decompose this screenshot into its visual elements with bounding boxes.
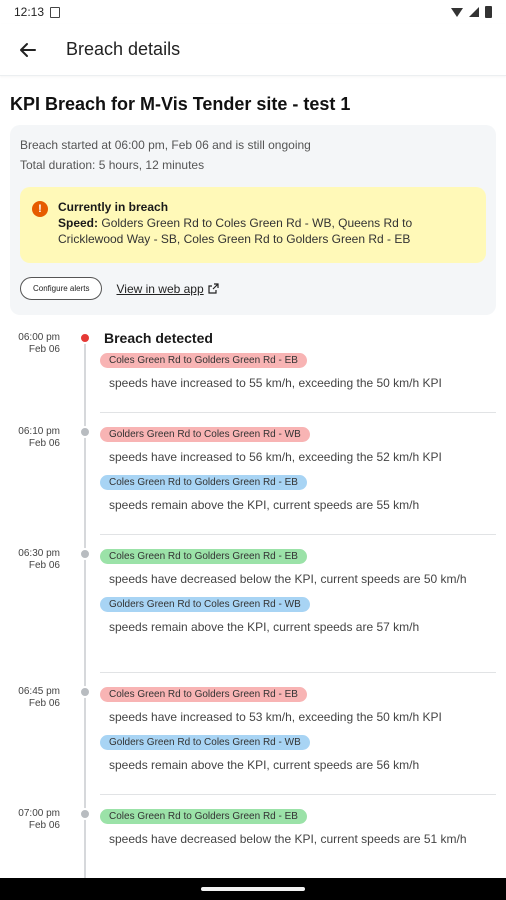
app-bar: Breach details (0, 24, 506, 76)
road-segment-chip: Golders Green Rd to Coles Green Rd - WB (100, 427, 310, 442)
event-date: Feb 06 (28, 698, 60, 709)
event-timestamp: 06:45 pm Feb 06 (0, 686, 60, 710)
road-segment-chip: Golders Green Rd to Coles Green Rd - WB (100, 735, 310, 750)
breach-duration-text: Total duration: 5 hours, 12 minutes (20, 158, 205, 172)
event-time: 06:30 pm (18, 548, 60, 559)
status-time: 12:13 (14, 5, 45, 19)
breach-start-text: Breach started at 06:00 pm, Feb 06 and i… (20, 138, 311, 152)
configure-alerts-button[interactable]: Configure alerts (20, 277, 103, 300)
event-description: speeds remain above the KPI, current spe… (109, 498, 420, 512)
alert-text: Speed: Golders Green Rd to Coles Green R… (58, 215, 476, 247)
event-time: 07:00 pm (18, 808, 60, 819)
road-segment-chip: Coles Green Rd to Golders Green Rd - EB (100, 687, 307, 702)
alert-roads: Golders Green Rd to Coles Green Rd - WB,… (58, 216, 413, 246)
status-bar: 12:13 (0, 0, 506, 24)
external-link-icon (208, 283, 219, 294)
view-in-web-app-link[interactable]: View in web app (116, 281, 219, 296)
timeline-dot (79, 686, 91, 698)
event-description: speeds remain above the KPI, current spe… (109, 758, 420, 772)
event-date: Feb 06 (28, 344, 60, 355)
breach-timeline: 06:00 pm Feb 06 Breach detected Coles Green… (0, 330, 506, 878)
road-segment-chip: Coles Green Rd to Golders Green Rd - EB (100, 353, 307, 368)
event-time: 06:00 pm (18, 332, 60, 343)
event-date: Feb 06 (28, 438, 60, 449)
event-date: Feb 06 (28, 820, 60, 831)
sim-card-icon (50, 6, 61, 18)
event-divider (100, 672, 496, 673)
event-divider (100, 794, 496, 795)
home-handle[interactable] (201, 887, 305, 891)
event-body: Coles Green Rd to Golders Green Rd - EB s… (100, 684, 496, 780)
event-description: speeds remain above the KPI, current spe… (109, 620, 420, 634)
event-timestamp: 06:30 pm Feb 06 (0, 548, 60, 572)
event-description: speeds have increased to 55 km/h, exceed… (109, 376, 442, 390)
breach-summary-card: Breach started at 06:00 pm, Feb 06 and i… (10, 125, 496, 315)
event-time: 06:45 pm (18, 686, 60, 697)
event-body: Coles Green Rd to Golders Green Rd - EB s… (100, 546, 496, 642)
event-body: Breach detected Coles Green Rd to Golders… (100, 330, 496, 398)
event-time: 06:10 pm (18, 426, 60, 437)
timeline-dot (79, 426, 91, 438)
alert-title: Currently in breach (58, 200, 169, 214)
event-description: speeds have decreased below the KPI, cur… (109, 832, 467, 846)
warning-icon: ! (32, 201, 48, 217)
back-arrow-icon (20, 42, 36, 57)
event-divider (100, 412, 496, 413)
event-timestamp: 06:10 pm Feb 06 (0, 426, 60, 450)
event-timestamp: 07:00 pm Feb 06 (0, 808, 60, 832)
battery-icon (485, 6, 492, 18)
event-timestamp: 06:00 pm Feb 06 (0, 332, 60, 356)
wifi-icon (451, 7, 463, 17)
event-body: Coles Green Rd to Golders Green Rd - EB s… (100, 806, 496, 854)
timeline-dot (79, 548, 91, 560)
event-description: speeds have increased to 53 km/h, exceed… (109, 710, 442, 724)
summary-actions: Configure alerts View in web app (20, 277, 486, 300)
timeline-dot (79, 808, 91, 820)
event-body: Golders Green Rd to Coles Green Rd - WB s… (100, 424, 496, 520)
road-segment-chip: Coles Green Rd to Golders Green Rd - EB (100, 549, 307, 564)
signal-icon (469, 7, 479, 17)
road-segment-chip: Coles Green Rd to Golders Green Rd - EB (100, 475, 307, 490)
timeline-line (84, 338, 86, 878)
app-bar-title: Breach details (66, 39, 181, 59)
back-button[interactable] (16, 38, 40, 62)
alert-prefix: Speed: (58, 216, 99, 230)
system-nav-bar (0, 878, 506, 900)
current-breach-alert: ! Currently in breach Speed: Golders Gre… (20, 187, 486, 263)
event-date: Feb 06 (28, 560, 60, 571)
timeline-dot (79, 332, 91, 344)
page-title: KPI Breach for M-Vis Tender site - test … (10, 94, 351, 114)
web-link-label: View in web app (116, 281, 204, 296)
road-segment-chip: Golders Green Rd to Coles Green Rd - WB (100, 597, 310, 612)
event-heading: Breach detected (104, 330, 213, 346)
road-segment-chip: Coles Green Rd to Golders Green Rd - EB (100, 809, 307, 824)
event-divider (100, 534, 496, 535)
event-description: speeds have decreased below the KPI, cur… (109, 572, 467, 586)
event-description: speeds have increased to 56 km/h, exceed… (109, 450, 442, 464)
